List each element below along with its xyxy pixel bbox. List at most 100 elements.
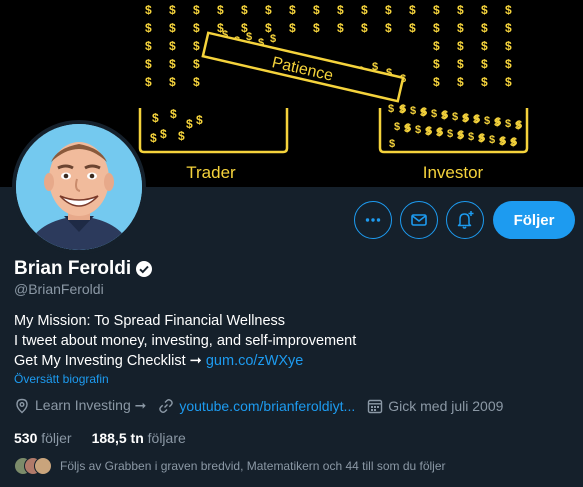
dollar-sign: $ — [385, 21, 392, 35]
website[interactable]: youtube.com/brianferoldiyt... — [158, 398, 355, 414]
dollar-sign: $ — [196, 113, 203, 127]
dollar-sign: $ — [388, 103, 394, 115]
following-label: följer — [41, 430, 72, 446]
dollar-sign: $ — [169, 21, 176, 35]
dollar-sign: $ — [463, 112, 469, 124]
dollar-sign: $ — [217, 3, 224, 17]
dollar-sign: $ — [265, 3, 272, 17]
location-text: Learn Investing ➞ — [35, 397, 147, 413]
dollar-sign: $ — [505, 39, 512, 53]
dollar-sign: $ — [437, 126, 443, 138]
dollar-sign: $ — [457, 39, 464, 53]
dollar-sign: $ — [193, 57, 200, 71]
avatar[interactable] — [16, 124, 142, 250]
dollar-sign: $ — [426, 125, 432, 137]
profile-meta: Learn Investing ➞ youtube.com/brianferol… — [14, 397, 515, 414]
dollar-sign: $ — [500, 135, 506, 147]
mutual-avatar — [34, 457, 52, 475]
dollar-sign: $ — [313, 21, 320, 35]
calendar-icon — [368, 399, 383, 413]
dollar-sign: $ — [150, 131, 157, 145]
verified-badge-icon[interactable] — [135, 260, 153, 278]
notifications-button[interactable] — [446, 201, 484, 239]
following-count: 530 — [14, 430, 38, 446]
dollar-sign: $ — [337, 3, 344, 17]
dollar-sign: $ — [385, 3, 392, 17]
dollar-sign: $ — [169, 3, 176, 17]
dollar-sign: $ — [193, 75, 200, 89]
dollar-sign: $ — [505, 3, 512, 17]
dollar-sign: $ — [409, 21, 416, 35]
dollar-sign: $ — [415, 124, 421, 136]
dollar-sign: $ — [442, 109, 448, 121]
dollar-sign: $ — [505, 75, 512, 89]
dollar-sign: $ — [337, 21, 344, 35]
mail-icon — [411, 214, 427, 226]
dollar-sign: $ — [410, 105, 416, 117]
dollar-sign: $ — [505, 118, 511, 130]
bio-line: Get My Investing Checklist ➞ — [14, 353, 206, 369]
investor-label: Investor — [423, 163, 484, 182]
dollar-sign: $ — [193, 3, 200, 17]
dollar-sign: $ — [479, 132, 485, 144]
website-link[interactable]: youtube.com/brianferoldiyt... — [179, 398, 355, 414]
bio-line: I tweet about money, investing, and self… — [14, 333, 357, 349]
dollar-sign: $ — [170, 107, 177, 121]
dollar-sign: $ — [457, 3, 464, 17]
dollar-sign: $ — [511, 136, 517, 148]
dollar-sign: $ — [481, 75, 488, 89]
dollar-sign: $ — [433, 39, 440, 53]
followers-stat[interactable]: 188,5 tn följare — [92, 430, 186, 446]
following-button[interactable]: Följer — [493, 201, 575, 239]
dollar-sign: $ — [152, 111, 159, 125]
followed-by[interactable]: Följs av Grabben i graven bredvid, Matem… — [14, 457, 446, 475]
dollar-sign: $ — [145, 3, 152, 17]
dollar-sign: $ — [489, 134, 495, 146]
followed-by-text: Följs av Grabben i graven bredvid, Matem… — [60, 459, 446, 473]
bio-line-with-link: Get My Investing Checklist ➞ gum.co/zWXy… — [14, 351, 356, 371]
dollar-sign: $ — [481, 3, 488, 17]
dollar-sign: $ — [505, 57, 512, 71]
dollar-sign: $ — [484, 115, 490, 127]
dollar-sign: $ — [431, 108, 437, 120]
join-date: Gick med juli 2009 — [367, 398, 503, 414]
dollar-sign: $ — [409, 3, 416, 17]
translate-bio-link[interactable]: Översätt biografin — [14, 372, 109, 386]
profile-bio: My Mission: To Spread Financial Wellness… — [14, 311, 356, 371]
dollar-sign: $ — [433, 75, 440, 89]
dollar-sign: $ — [481, 39, 488, 53]
dollar-sign: $ — [313, 3, 320, 17]
dollar-sign: $ — [145, 39, 152, 53]
dollar-sign: $ — [433, 57, 440, 71]
dollar-sign: $ — [145, 75, 152, 89]
dollar-sign: $ — [289, 21, 296, 35]
profile-name-row: Brian Feroldi — [14, 258, 153, 280]
bio-link[interactable]: gum.co/zWXye — [206, 353, 304, 369]
avatar-illustration — [16, 124, 142, 250]
following-stat[interactable]: 530 följer — [14, 430, 72, 446]
location-pin-icon — [16, 398, 28, 413]
dollar-sign: $ — [468, 131, 474, 143]
user-handle: @BrianFeroldi — [14, 281, 104, 297]
dollar-sign: $ — [160, 127, 167, 141]
dollar-sign: $ — [145, 21, 152, 35]
dollar-sign: $ — [481, 57, 488, 71]
dollar-sign: $ — [457, 75, 464, 89]
dollar-sign: $ — [457, 21, 464, 35]
followers-count: 188,5 tn — [91, 430, 144, 446]
avatar-frame[interactable] — [12, 120, 146, 254]
bell-plus-icon — [457, 211, 474, 229]
dollar-sign: $ — [516, 119, 522, 131]
dollar-sign: $ — [289, 3, 296, 17]
dollar-sign: $ — [145, 57, 152, 71]
dollar-sign: $ — [169, 75, 176, 89]
dollar-sign: $ — [421, 106, 427, 118]
dollar-sign: $ — [433, 3, 440, 17]
message-button[interactable] — [400, 201, 438, 239]
dollar-sign: $ — [495, 116, 501, 128]
dollar-sign: $ — [193, 39, 200, 53]
mutual-avatars — [14, 457, 54, 475]
link-icon — [159, 398, 174, 413]
more-button[interactable] — [354, 201, 392, 239]
display-name: Brian Feroldi — [14, 258, 132, 279]
